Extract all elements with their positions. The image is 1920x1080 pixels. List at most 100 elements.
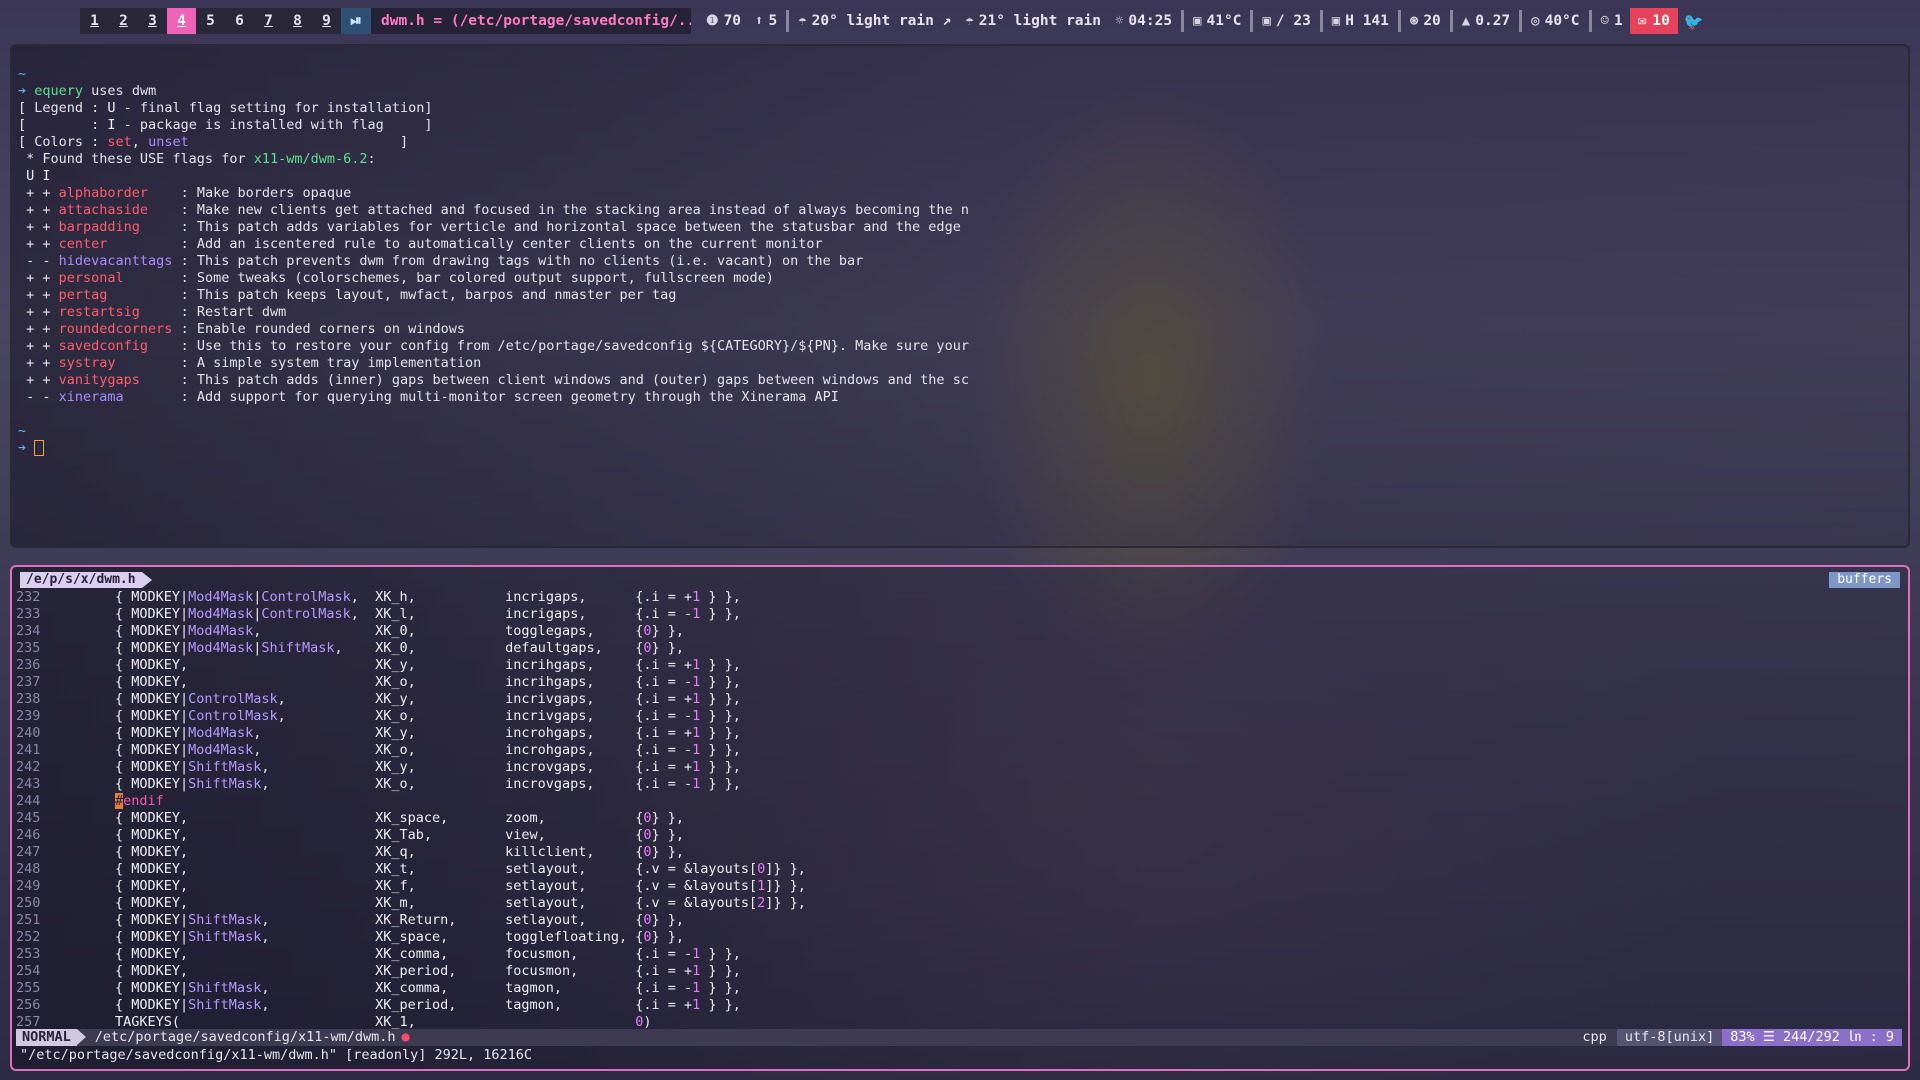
code-token: } }, — [651, 929, 684, 945]
code-token: ]} }, — [765, 895, 806, 911]
code-token: , XK_y, incrohgaps, {.i = + — [253, 725, 693, 741]
code-token: { MODKEY| — [50, 725, 189, 741]
workspace-tag-2[interactable]: 2 — [109, 8, 138, 34]
terminal-text: + + — [18, 287, 59, 303]
code-token: , XK_space, togglefloating, { — [261, 929, 644, 945]
layout-indicator[interactable]: ⏯ — [341, 8, 371, 34]
line-number: 253 — [16, 946, 41, 962]
terminal-text: + + — [18, 202, 59, 218]
status-module-icon: ⊛ — [1409, 13, 1419, 29]
workspace-tag-1[interactable]: 1 — [80, 8, 109, 34]
code-token: } }, — [700, 776, 741, 792]
line-number: 248 — [16, 861, 41, 877]
code-line: 246 { MODKEY, XK_Tab, view, {0} }, — [16, 827, 806, 844]
code-token: } }, — [651, 844, 684, 860]
workspace-tag-4[interactable]: 4 — [167, 8, 196, 34]
mail-indicator[interactable]: ✉ 10 — [1629, 8, 1678, 34]
code-token: { MODKEY| — [50, 929, 189, 945]
vim-buffers-label: buffers — [1829, 572, 1900, 588]
line-number: 232 — [16, 589, 41, 605]
terminal-window[interactable]: ~ ➔ equery uses dwm[ Legend : U - final f… — [10, 44, 1910, 548]
status-module-icon: ☂ — [798, 13, 807, 29]
code-token: } }, — [700, 674, 741, 690]
vim-message-line: "/etc/portage/savedconfig/x11-wm/dwm.h" … — [20, 1047, 533, 1063]
terminal-line: + + center : Add an iscentered rule to a… — [18, 236, 969, 253]
terminal-text: : This patch adds (inner) gaps between c… — [180, 372, 969, 388]
code-token: ]} }, — [765, 861, 806, 877]
line-number: 242 — [16, 759, 41, 775]
terminal-output: ~ ➔ equery uses dwm[ Legend : U - final f… — [18, 66, 969, 457]
terminal-text: personal — [58, 270, 181, 286]
code-token: { MODKEY| — [50, 912, 189, 928]
terminal-text: hidevacanttags — [58, 253, 181, 269]
code-token: TAGKEYS( XK_1, — [50, 1014, 636, 1030]
code-line: 233 { MODKEY|Mod4Mask|ControlMask, XK_l,… — [16, 606, 806, 623]
code-token: , XK_o, incrohgaps, {.i = - — [253, 742, 693, 758]
terminal-line: ➔ — [18, 440, 969, 457]
modified-indicator: ● — [401, 1029, 410, 1045]
terminal-line: + + savedconfig : Use this to restore yo… — [18, 338, 969, 355]
terminal-line: * Found these USE flags for x11-wm/dwm-6… — [18, 151, 969, 168]
code-token: , XK_comma, tagmon, {.i = - — [261, 980, 693, 996]
code-token: { MODKEY, XK_Tab, view, { — [50, 827, 644, 843]
terminal-text: ] — [188, 134, 409, 150]
twitter-icon[interactable]: 🐦 — [1684, 12, 1704, 31]
line-number: 255 — [16, 980, 41, 996]
terminal-text: set — [107, 134, 132, 150]
code-line: 244 #endif — [16, 793, 806, 810]
terminal-text: : This patch adds variables for verticle… — [180, 219, 961, 235]
workspace-tag-7[interactable]: 7 — [254, 8, 283, 34]
code-token: } }, — [700, 657, 741, 673]
terminal-text: I — [107, 117, 116, 133]
mail-icon: ✉ — [1637, 13, 1647, 29]
terminal-line: + + attachaside : Make new clients get a… — [18, 202, 969, 219]
code-token: ShiftMask — [188, 759, 262, 775]
workspace-tag-6[interactable]: 6 — [225, 8, 254, 34]
status-module-icon: ☺ — [1600, 13, 1609, 29]
terminal-text: systray — [58, 355, 181, 371]
code-line: 251 { MODKEY|ShiftMask, XK_Return, setla… — [16, 912, 806, 929]
code-token: , XK_h, incrigaps, {.i = + — [350, 589, 693, 605]
line-number: 239 — [16, 708, 41, 724]
terminal-text: alphaborder — [58, 185, 181, 201]
line-number: 252 — [16, 929, 41, 945]
terminal-text: uses dwm — [83, 83, 157, 99]
terminal-text: + + — [18, 355, 59, 371]
vim-window[interactable]: /e/p/s/x/dwm.h buffers 232 { MODKEY|Mod4… — [10, 565, 1910, 1071]
workspace-tag-3[interactable]: 3 — [138, 8, 167, 34]
code-token: 1 — [692, 691, 701, 707]
workspace-tag-9[interactable]: 9 — [312, 8, 341, 34]
vim-file-path: /etc/portage/savedconfig/x11-wm/dwm.h — [94, 1029, 396, 1045]
status-bar: 123456789 ⏯ dwm.h = (/etc/portage/savedc… — [0, 0, 1920, 42]
workspace-tag-8[interactable]: 8 — [283, 8, 312, 34]
line-number: 243 — [16, 776, 41, 792]
terminal-text: : Make borders opaque — [180, 185, 352, 201]
vim-code-area[interactable]: 232 { MODKEY|Mod4Mask|ControlMask, XK_h,… — [16, 589, 806, 1031]
terminal-text: : — [367, 151, 376, 167]
code-line: 250 { MODKEY, XK_m, setlayout, {.v = &la… — [16, 895, 806, 912]
code-line: 240 { MODKEY|Mod4Mask, XK_y, incrohgaps,… — [16, 725, 806, 742]
line-number: 245 — [16, 810, 41, 826]
status-module-icon: ◎ — [1531, 13, 1540, 29]
workspace-tag-5[interactable]: 5 — [196, 8, 225, 34]
vim-tabline: /e/p/s/x/dwm.h buffers — [16, 572, 1902, 588]
code-line: 252 { MODKEY|ShiftMask, XK_space, toggle… — [16, 929, 806, 946]
code-token: { MODKEY| — [50, 759, 189, 775]
code-token: { MODKEY, XK_y, incrihgaps, {.i = + — [50, 657, 693, 673]
code-token: { MODKEY, XK_f, setlayout, {.v = &layout… — [50, 878, 758, 894]
vim-tab-file[interactable]: /e/p/s/x/dwm.h — [20, 572, 152, 588]
status-module: ⬆ 5 — [748, 8, 784, 34]
terminal-text: xinerama — [58, 389, 181, 405]
mail-count: 10 — [1652, 13, 1670, 29]
terminal-text: U I — [18, 168, 51, 184]
code-token: ShiftMask — [261, 640, 335, 656]
code-token: , XK_0, defaultgaps, { — [334, 640, 644, 656]
code-token: ShiftMask — [188, 776, 262, 792]
window-title: dwm.h = (/etc/portage/savedconfig/... — [371, 8, 691, 34]
terminal-text: - - — [18, 253, 59, 269]
line-number: 234 — [16, 623, 41, 639]
terminal-line: [ Legend : U - final flag setting for in… — [18, 100, 969, 117]
status-module-text: 21° light rain — [978, 13, 1101, 29]
terminal-text: : Enable rounded corners on windows — [180, 321, 466, 337]
